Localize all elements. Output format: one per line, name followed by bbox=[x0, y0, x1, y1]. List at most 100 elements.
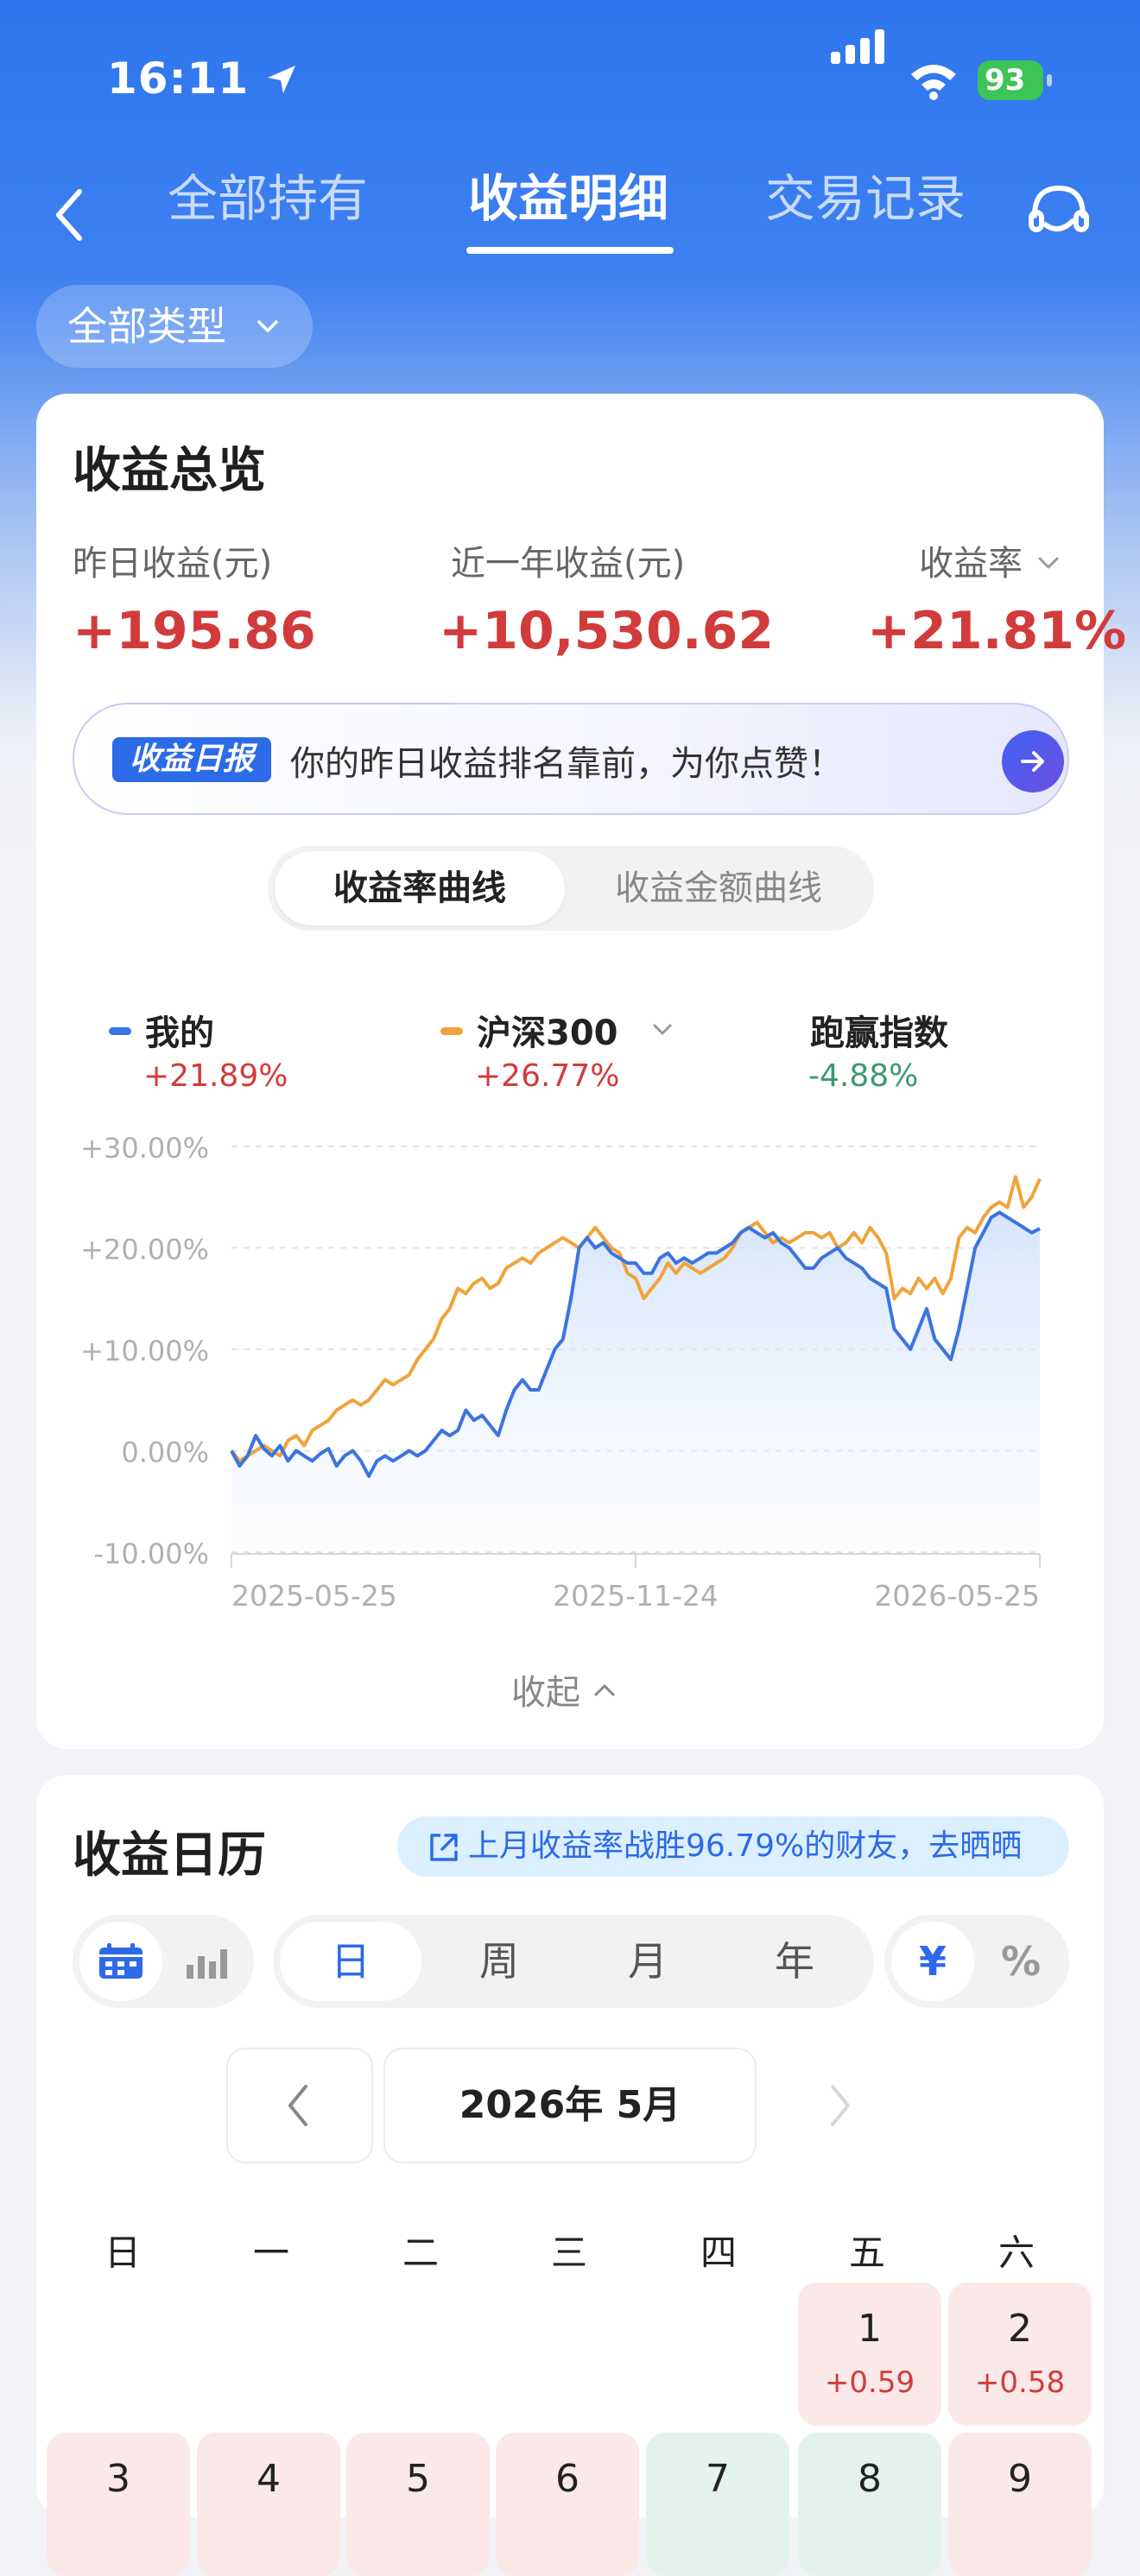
day-number: 7 bbox=[706, 2457, 730, 2501]
legend-benchmark-name: 沪深300 bbox=[477, 1013, 618, 1053]
bar-chart-icon bbox=[187, 1949, 227, 1979]
calendar-day-cell[interactable]: 6 bbox=[496, 2433, 639, 2576]
share-text: 上月收益率战胜96.79%的财友，去晒晒 bbox=[468, 1828, 1023, 1864]
day-earnings: +0.58 bbox=[974, 2365, 1066, 2400]
earnings-calendar-card: 收益日历 上月收益率战胜96.79%的财友，去晒晒 日 周 月 年 ¥ % 20… bbox=[36, 1775, 1104, 2576]
legend-mine-swatch bbox=[109, 1027, 131, 1035]
earnings-overview-card: 收益总览 昨日收益(元) +195.86 近一年收益(元) +10,530.62… bbox=[36, 394, 1126, 1749]
chart-x-tick-label: 2025-11-24 bbox=[553, 1579, 719, 1613]
weekday-sun: 日 bbox=[104, 2232, 141, 2274]
period-toggle: 日 周 月 年 bbox=[273, 1915, 874, 2008]
unit-percent[interactable]: % bbox=[979, 1922, 1062, 2001]
return-rate-curve-tab[interactable]: 收益率曲线 bbox=[275, 851, 565, 925]
chevron-right-icon bbox=[831, 2085, 850, 2126]
arrow-right-icon bbox=[1021, 751, 1044, 772]
chart-y-tick-label: +20.00% bbox=[80, 1234, 209, 1266]
wifi-icon bbox=[911, 65, 956, 100]
prev-month-button[interactable] bbox=[226, 2048, 373, 2163]
chart-y-tick-label: -10.00% bbox=[93, 1537, 209, 1570]
back-arrow-icon[interactable] bbox=[48, 185, 92, 245]
calendar-day-cell[interactable]: 4 bbox=[197, 2433, 340, 2576]
earnings-amount-curve-tab[interactable]: 收益金额曲线 bbox=[572, 851, 865, 925]
daily-report-banner[interactable]: 收益日报 你的昨日收益排名靠前，为你点赞！ bbox=[73, 703, 1069, 815]
day-number: 3 bbox=[106, 2457, 130, 2501]
status-bar: 16:11 93 bbox=[0, 0, 1140, 164]
period-month[interactable]: 月 bbox=[577, 1922, 719, 2001]
calendar-day-cell[interactable]: 9 bbox=[948, 2433, 1092, 2576]
legend-outperform-value: -4.88% bbox=[808, 1058, 919, 1094]
collapse-button[interactable]: 收起 bbox=[511, 1664, 615, 1714]
chevron-up-icon bbox=[594, 1684, 615, 1696]
share-external-icon bbox=[430, 1834, 458, 1861]
calendar-day-cell[interactable]: 5 bbox=[346, 2433, 490, 2576]
calendar-day-cell[interactable]: 3 bbox=[47, 2433, 190, 2576]
tab-all-holdings[interactable]: 全部持有 bbox=[168, 164, 368, 259]
chart-y-tick-label: 0.00% bbox=[121, 1436, 209, 1469]
weekday-tue: 二 bbox=[402, 2232, 439, 2274]
location-arrow-icon bbox=[268, 66, 295, 93]
calendar-day-cell[interactable]: 7 bbox=[646, 2433, 789, 2576]
collapse-label: 收起 bbox=[511, 1673, 580, 1713]
calendar-day-cell[interactable]: 1 +0.59 bbox=[798, 2282, 941, 2426]
banner-go-button[interactable] bbox=[1002, 730, 1064, 792]
return-rate-selector[interactable]: 收益率 bbox=[919, 535, 1023, 585]
next-month-button bbox=[767, 2048, 914, 2163]
year-earnings-value: +10,530.62 bbox=[439, 601, 775, 661]
battery-indicator: 93 bbox=[978, 60, 1043, 100]
current-month-label[interactable]: 2026年 5月 bbox=[383, 2048, 757, 2163]
chevron-down-icon bbox=[653, 1024, 672, 1035]
legend-mine-value: +21.89% bbox=[143, 1058, 288, 1094]
period-year[interactable]: 年 bbox=[724, 1922, 865, 2001]
legend-outperform-name: 跑赢指数 bbox=[810, 1013, 948, 1053]
weekday-mon: 一 bbox=[252, 2232, 289, 2274]
day-number: 9 bbox=[1008, 2457, 1032, 2501]
yesterday-earnings-value: +195.86 bbox=[73, 601, 316, 661]
return-rate-chart: +30.00% +20.00% +10.00% 0.00% -10.00% 2025-05… bbox=[80, 1132, 1042, 1613]
weekday-thu: 四 bbox=[700, 2232, 737, 2274]
status-time: 16:11 bbox=[107, 54, 250, 104]
unit-yuan[interactable]: ¥ bbox=[891, 1922, 974, 2001]
calendar-day-cell[interactable]: 8 bbox=[798, 2433, 941, 2576]
tab-earnings-detail[interactable]: 收益明细 bbox=[468, 164, 668, 259]
chart-x-tick-label: 2026-05-25 bbox=[874, 1579, 1040, 1613]
chevron-left-icon bbox=[288, 2085, 307, 2126]
unit-toggle: ¥ % bbox=[884, 1915, 1069, 2008]
weekday-sat: 六 bbox=[998, 2232, 1035, 2274]
bar-chart-view-button[interactable] bbox=[166, 1922, 249, 2001]
active-tab-indicator bbox=[466, 247, 674, 254]
day-number: 6 bbox=[555, 2457, 580, 2501]
tab-transaction-records[interactable]: 交易记录 bbox=[765, 164, 966, 259]
day-earnings: +0.59 bbox=[824, 2365, 915, 2400]
return-rate-value: +21.81% bbox=[867, 601, 1127, 661]
daily-report-badge: 收益日报 bbox=[112, 737, 271, 782]
yesterday-earnings-label: 昨日收益(元) bbox=[73, 544, 273, 584]
legend-benchmark-value: +26.77% bbox=[475, 1058, 620, 1094]
chart-y-tick-label: +10.00% bbox=[80, 1335, 209, 1367]
day-number: 4 bbox=[256, 2457, 281, 2501]
weekday-fri: 五 bbox=[848, 2232, 885, 2274]
calendar-view-button[interactable] bbox=[79, 1922, 162, 2001]
share-monthly-result-button[interactable]: 上月收益率战胜96.79%的财友，去晒晒 bbox=[397, 1816, 1069, 1877]
day-number: 8 bbox=[858, 2457, 882, 2501]
curve-type-switch: 收益率曲线 收益金额曲线 bbox=[268, 846, 874, 931]
day-number: 5 bbox=[406, 2457, 430, 2501]
battery-tip bbox=[1047, 74, 1052, 86]
year-earnings-label: 近一年收益(元) bbox=[451, 544, 686, 584]
type-filter-dropdown[interactable]: 全部类型 bbox=[36, 285, 313, 368]
overview-title: 收益总览 bbox=[73, 443, 266, 499]
weekday-wed: 三 bbox=[550, 2232, 587, 2274]
chart-y-tick-label: +30.00% bbox=[80, 1132, 209, 1165]
legend-mine-name: 我的 bbox=[145, 1013, 214, 1053]
battery-level: 93 bbox=[985, 63, 1026, 98]
legend-benchmark-swatch bbox=[440, 1027, 463, 1035]
calendar-day-cell[interactable]: 2 +0.58 bbox=[948, 2282, 1092, 2426]
daily-report-text: 你的昨日收益排名靠前，为你点赞！ bbox=[290, 744, 843, 784]
period-day[interactable]: 日 bbox=[280, 1922, 421, 2001]
day-number: 1 bbox=[858, 2307, 882, 2351]
customer-service-icon[interactable] bbox=[1024, 178, 1093, 247]
calendar-icon bbox=[99, 1943, 142, 1979]
chevron-down-icon bbox=[257, 320, 278, 332]
period-week[interactable]: 周 bbox=[428, 1922, 570, 2001]
top-nav: 全部持有 收益明细 交易记录 bbox=[0, 164, 1140, 268]
type-filter-label: 全部类型 bbox=[67, 303, 226, 350]
